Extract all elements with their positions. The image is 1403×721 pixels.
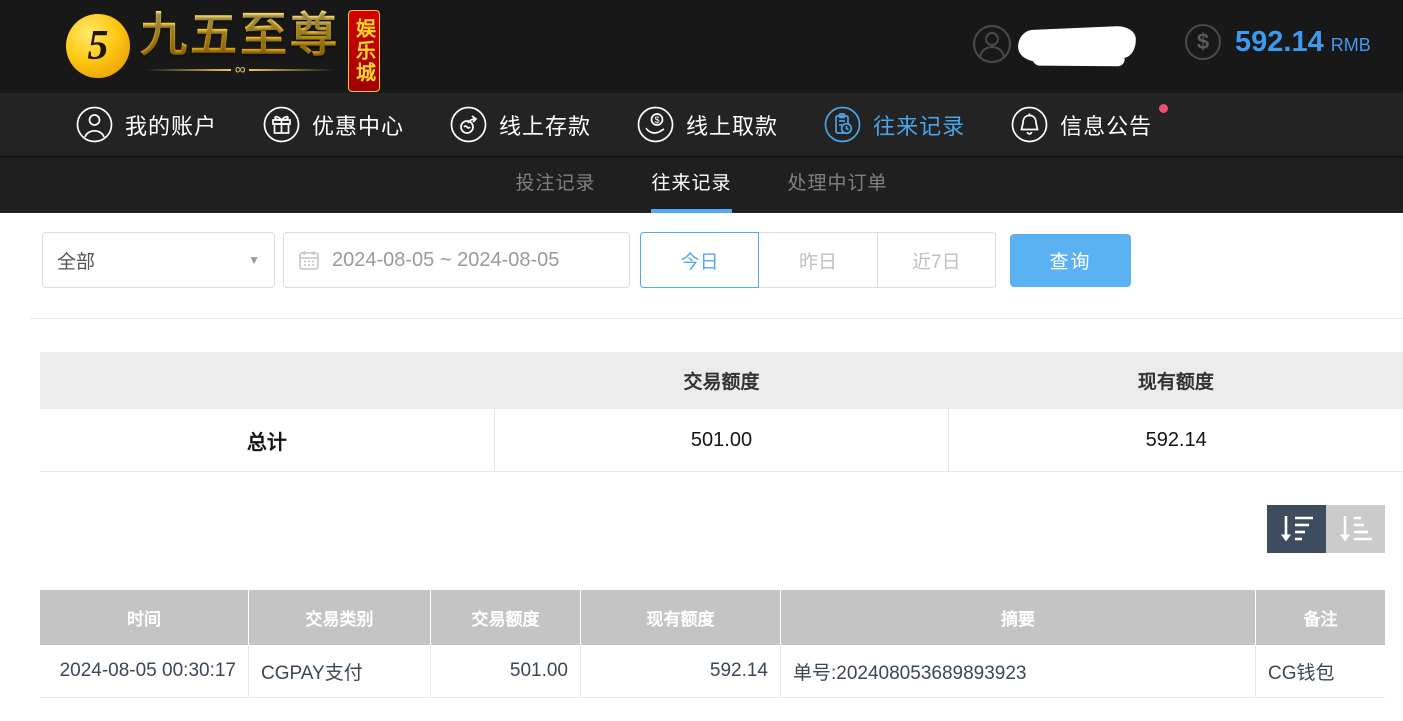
date-range-picker[interactable]: 2024-08-05 ~ 2024-08-05 [283,232,630,288]
nav-item-deposit[interactable]: 线上存款 [450,106,591,143]
svg-text:$: $ [655,115,660,125]
sort-asc-icon [1337,513,1375,545]
cell-current-amount: 592.14 [580,645,780,697]
summary-col-current-amount: 现有额度 [949,352,1403,409]
records-table: 时间 交易类别 交易额度 现有额度 摘要 备注 2024-08-05 00:30… [40,590,1385,698]
nav-item-withdraw[interactable]: $ 线上取款 [637,106,778,143]
nav-item-label: 线上存款 [499,109,591,141]
logo-badge: 娱乐城 [348,10,380,92]
summary-current-amount: 592.14 [948,409,1403,471]
quick-range-today[interactable]: 今日 [640,232,759,288]
col-trade-amount: 交易额度 [430,590,580,645]
logo-95-icon: 5 [66,14,130,78]
quick-range-last7days[interactable]: 近7日 [878,232,996,288]
balance[interactable]: $ 592.14 RMB [1185,24,1371,60]
records-icon [824,106,861,143]
cell-summary: 单号:202408053689893923 [780,645,1255,697]
summary-col-empty [40,352,494,409]
nav-item-label: 优惠中心 [312,109,404,141]
balance-value: 592.14 [1235,26,1324,59]
nav-item-label: 我的账户 [125,109,217,141]
cell-remark: CG钱包 [1255,645,1385,697]
withdraw-icon: $ [637,106,674,143]
section-divider [30,318,1403,319]
logo-flourish-icon: ∞ [145,64,336,76]
col-time: 时间 [40,590,248,645]
sort-controls [1267,505,1385,553]
bell-icon [1011,106,1048,143]
type-select-value: 全部 [57,247,95,274]
calendar-icon [298,249,320,271]
type-select[interactable]: 全部 ▼ [42,232,275,288]
nav-item-label: 线上取款 [686,109,778,141]
gift-icon [263,106,300,143]
cell-trade-amount: 501.00 [430,645,580,697]
notification-dot [1159,104,1168,113]
username-redacted: 0 . . [1016,22,1146,66]
nav-item-promotions[interactable]: 优惠中心 [263,106,404,143]
brand-name: 九五至尊 [140,10,340,62]
nav-item-label: 往来记录 [873,109,965,141]
balance-currency: RMB [1331,35,1371,56]
sort-desc-icon [1278,513,1316,545]
page: 5 九五至尊 ∞ 娱乐城 0 . . $ 5 [0,0,1403,721]
cell-type: CGPAY支付 [248,645,430,697]
col-type: 交易类别 [248,590,430,645]
query-button[interactable]: 查询 [1010,234,1131,287]
col-summary: 摘要 [780,590,1255,645]
col-remark: 备注 [1255,590,1385,645]
coin-icon: $ [1185,24,1221,60]
nav-item-announcements[interactable]: 信息公告 [1011,106,1152,143]
summary-col-trade-amount: 交易额度 [494,352,948,409]
nav-item-my-account[interactable]: 我的账户 [76,106,217,143]
user-icon [76,106,113,143]
cell-time: 2024-08-05 00:30:17 [40,645,248,697]
summary-trade-amount: 501.00 [494,409,949,471]
tab-pending-orders[interactable]: 处理中订单 [788,157,888,213]
redaction-blob [1017,25,1136,62]
summary-total-label: 总计 [40,409,494,471]
summary-table-header: 交易额度 现有额度 [40,352,1403,409]
top-header: 5 九五至尊 ∞ 娱乐城 0 . . $ 5 [0,0,1403,93]
tab-transaction-records[interactable]: 往来记录 [651,157,731,213]
col-current-amount: 现有额度 [580,590,780,645]
record-tabs: 投注记录 往来记录 处理中订单 [0,157,1403,213]
summary-total-row: 总计 501.00 592.14 [40,409,1403,472]
records-table-header: 时间 交易类别 交易额度 现有额度 摘要 备注 [40,590,1385,645]
nav-item-transaction-records[interactable]: 往来记录 [824,106,965,143]
sort-descending-button[interactable] [1267,505,1326,553]
nav-item-label: 信息公告 [1060,109,1152,141]
quick-range-group: 今日 昨日 近7日 [640,232,996,288]
summary-table: 交易额度 现有额度 总计 501.00 592.14 [40,352,1403,472]
chevron-down-icon: ▼ [248,253,260,267]
main-nav: 我的账户 优惠中心 线上存款 $ 线上取款 [0,93,1403,157]
table-row: 2024-08-05 00:30:17 CGPAY支付 501.00 592.1… [40,645,1385,698]
date-range-value: 2024-08-05 ~ 2024-08-05 [332,249,559,272]
sort-ascending-button[interactable] [1326,505,1385,553]
user-account[interactable]: 0 . . [972,22,1146,66]
avatar-icon [972,24,1012,64]
deposit-icon [450,106,487,143]
site-logo[interactable]: 5 九五至尊 ∞ 娱乐城 [66,10,380,92]
tab-bet-records[interactable]: 投注记录 [515,157,595,213]
quick-range-yesterday[interactable]: 昨日 [759,232,877,288]
